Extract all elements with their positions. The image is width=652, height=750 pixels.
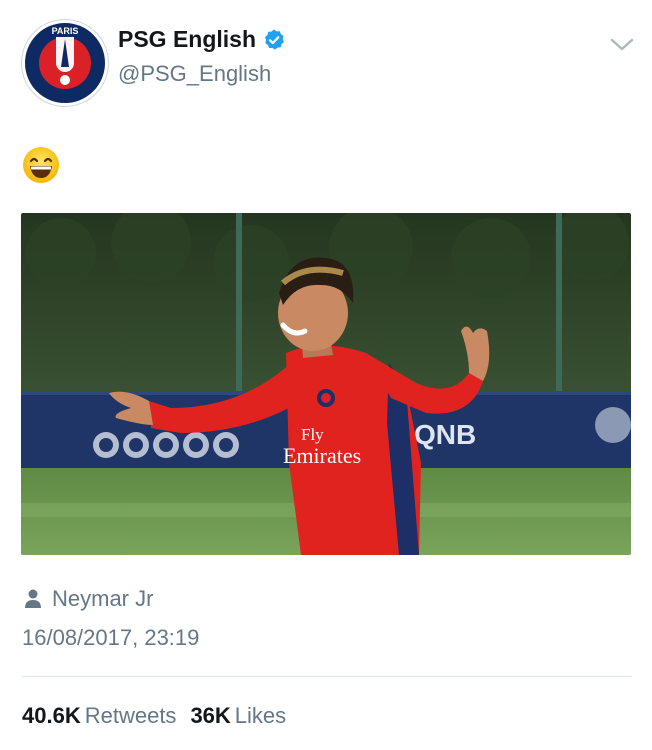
tweet-photo[interactable]: QNB Fly Emirates — [21, 213, 631, 555]
psg-logo-icon: PARIS — [27, 25, 103, 101]
likes-count: 36K — [190, 703, 231, 728]
author-display-name[interactable]: PSG English — [118, 26, 256, 53]
chevron-down-icon[interactable] — [609, 36, 635, 54]
tagged-person-row[interactable]: Neymar Jr — [24, 586, 153, 612]
tweet-timestamp: 16/08/2017, 23:19 — [22, 625, 200, 650]
shirt-emirates-text: Emirates — [283, 443, 361, 468]
divider — [22, 676, 632, 677]
avatar-logo-text: PARIS — [52, 26, 79, 36]
verified-badge-icon — [265, 29, 284, 50]
shirt-fly-text: Fly — [301, 425, 324, 444]
retweets-stat[interactable]: 40.6K Retweets — [22, 703, 176, 729]
author-name-row[interactable]: PSG English — [118, 26, 286, 53]
banner-qnb-text: QNB — [414, 419, 476, 450]
tweet-stats: 40.6K Retweets 36K Likes — [22, 703, 300, 729]
grinning-face-emoji-icon — [23, 147, 59, 183]
retweets-label: Retweets — [84, 703, 177, 728]
photo-scene: QNB Fly Emirates — [21, 213, 631, 555]
retweets-count: 40.6K — [22, 703, 81, 728]
likes-stat[interactable]: 36K Likes — [190, 703, 286, 729]
person-icon — [25, 589, 41, 608]
likes-label: Likes — [234, 703, 287, 728]
tagged-person-name[interactable]: Neymar Jr — [52, 586, 153, 612]
author-avatar[interactable]: PARIS — [22, 20, 108, 106]
author-handle[interactable]: @PSG_English — [118, 61, 271, 87]
